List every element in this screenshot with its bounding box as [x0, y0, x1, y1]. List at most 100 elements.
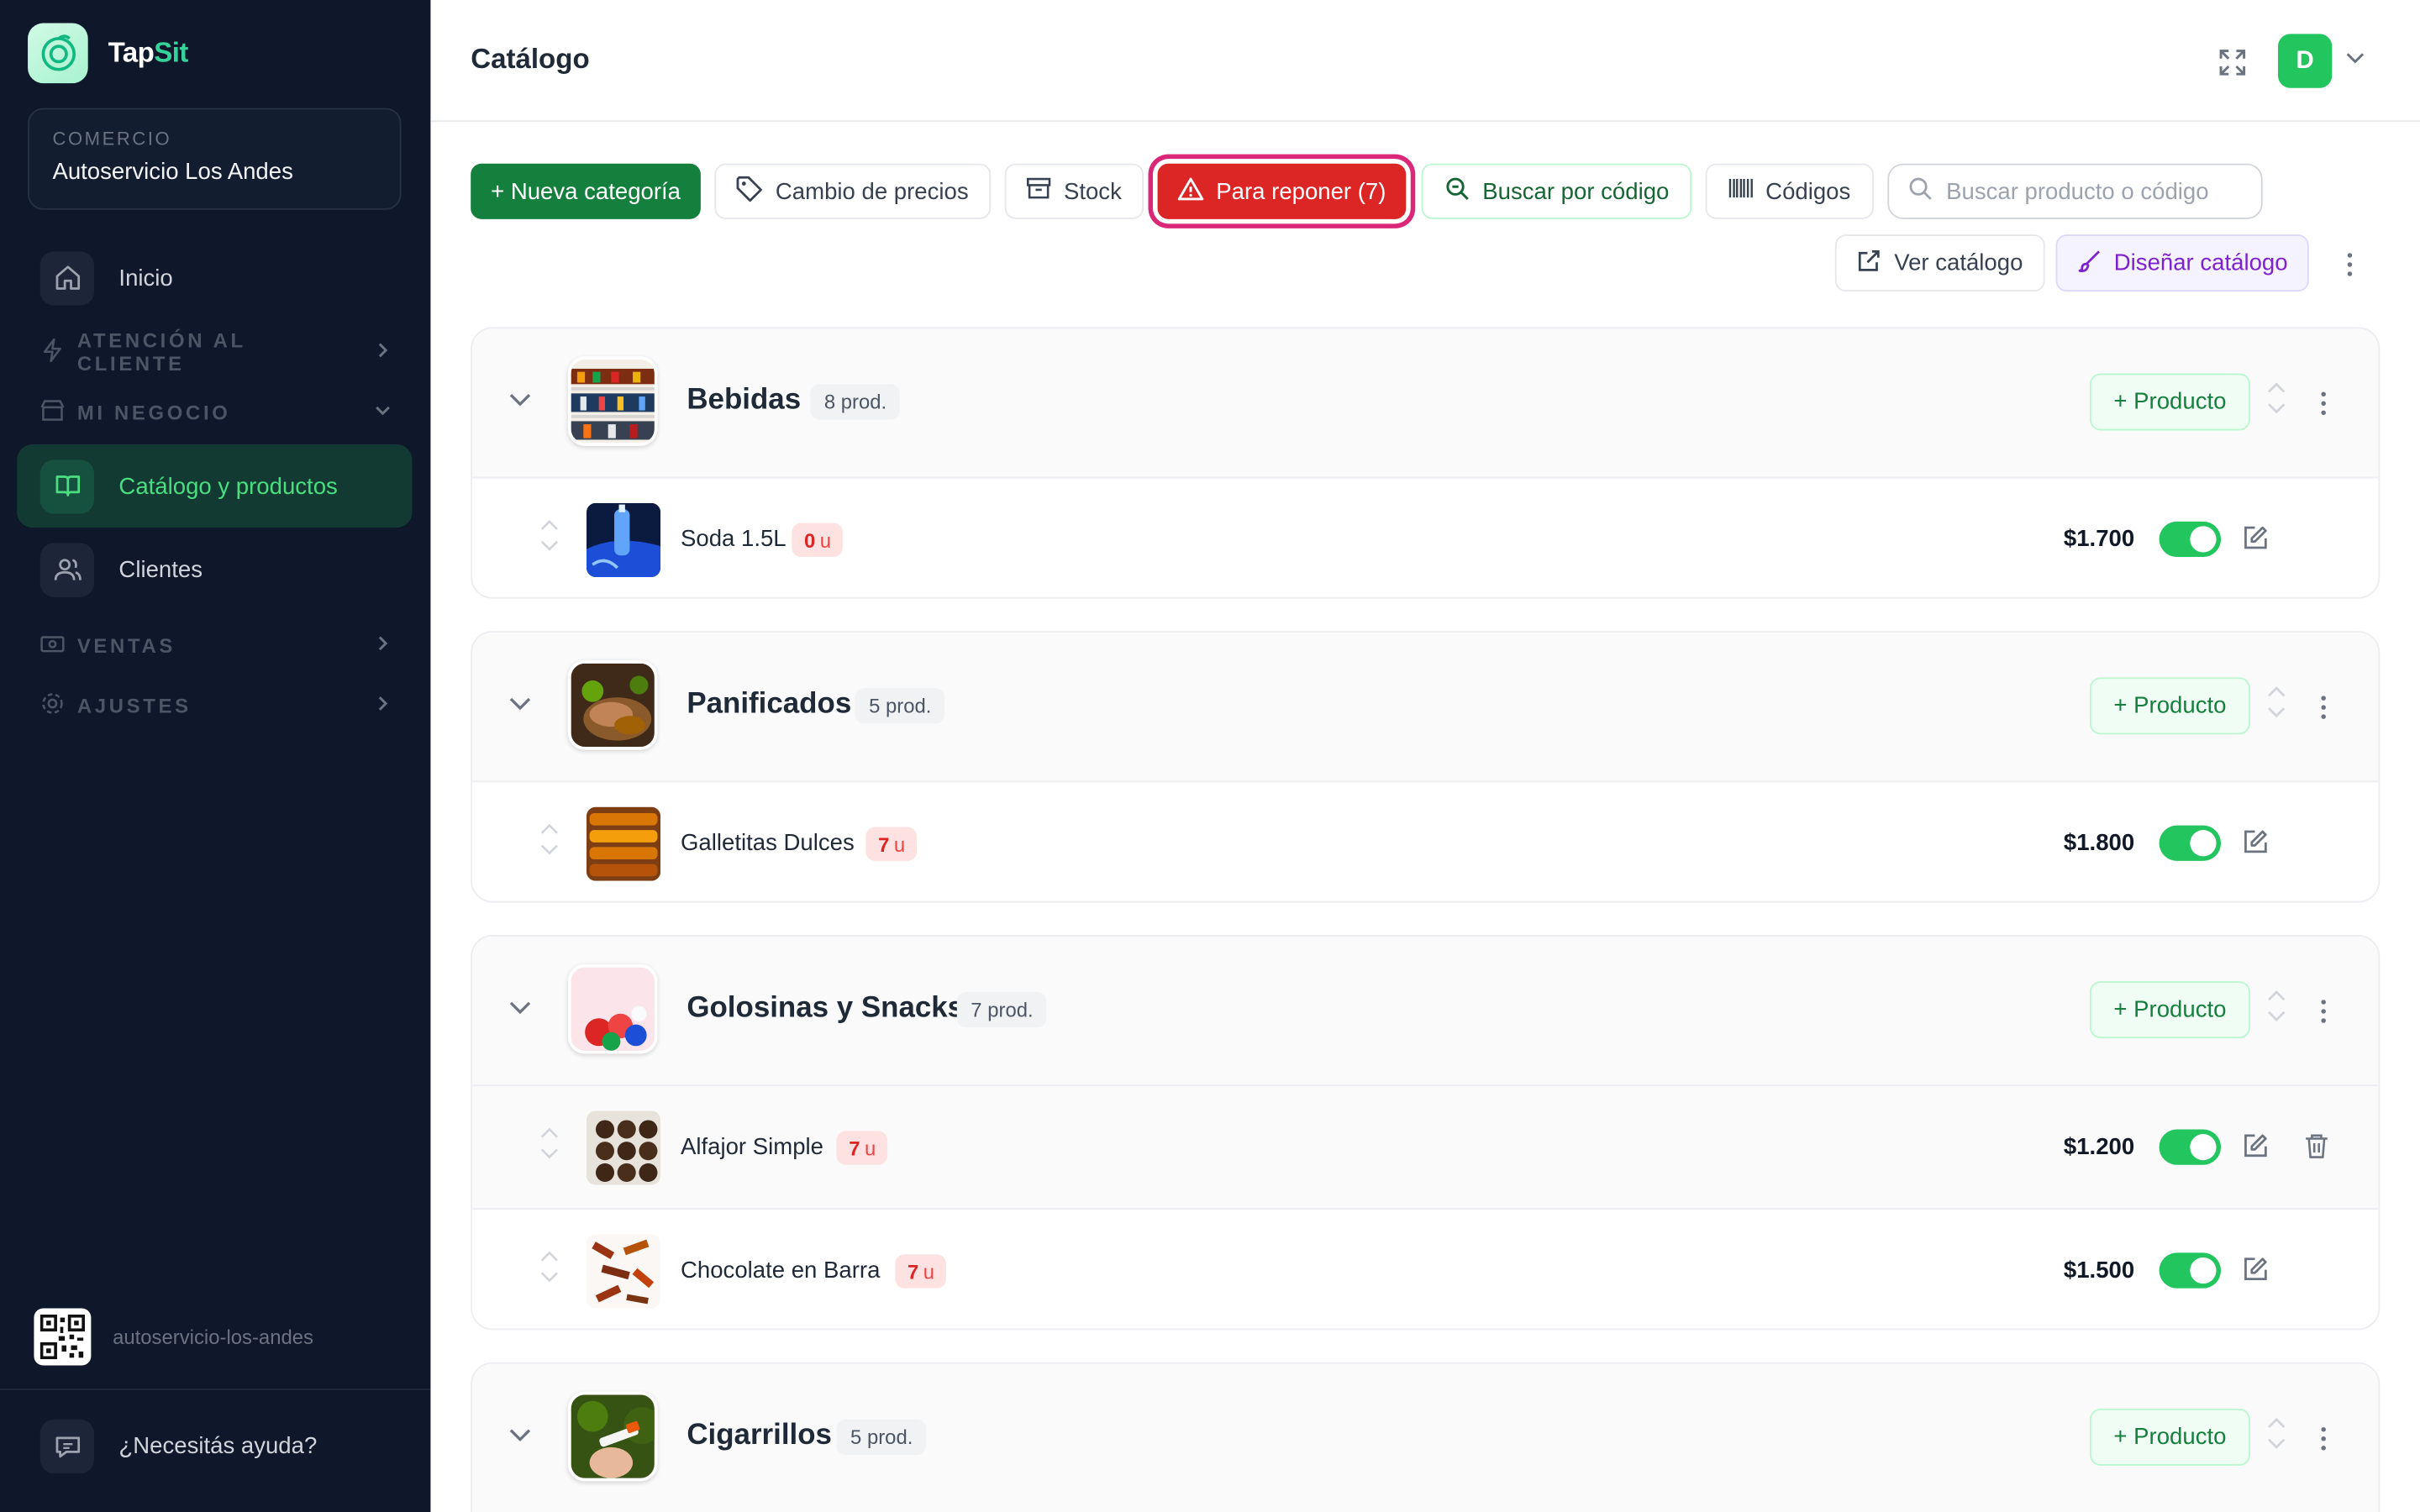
chevron-down-icon[interactable]	[506, 994, 534, 1029]
edit-icon[interactable]	[2243, 1256, 2269, 1289]
reorder-arrows[interactable]	[540, 518, 559, 552]
reorder-arrows[interactable]	[2265, 685, 2287, 719]
avatar[interactable]: D	[2278, 34, 2333, 88]
chevron-down-icon[interactable]	[506, 690, 534, 725]
chevron-down-icon[interactable]	[2265, 706, 2287, 719]
chevron-down-icon[interactable]	[2265, 402, 2287, 415]
availability-toggle[interactable]	[2159, 1252, 2222, 1289]
chevron-down-icon[interactable]	[506, 1421, 534, 1457]
category-menu-icon[interactable]	[2307, 1420, 2338, 1457]
edit-icon[interactable]	[2243, 1132, 2269, 1166]
zoom-icon	[1444, 175, 1470, 207]
chevron-up-icon[interactable]	[2265, 381, 2287, 394]
chevron-down-icon[interactable]	[2344, 46, 2366, 76]
add-product-button[interactable]: + Producto	[2089, 677, 2250, 735]
product-price: $1.200	[2063, 1134, 2135, 1161]
availability-toggle[interactable]	[2159, 825, 2222, 861]
chevron-up-icon[interactable]	[540, 1126, 559, 1139]
brand-logo-icon	[28, 23, 88, 84]
reorder-arrows[interactable]	[2265, 989, 2287, 1022]
product-image	[586, 806, 661, 881]
stock-button[interactable]: Stock	[1004, 163, 1144, 219]
restock-label: Para reponer (7)	[1216, 178, 1386, 205]
catalog-link[interactable]: autoservicio-los-andes	[34, 1308, 313, 1366]
availability-toggle[interactable]	[2159, 1129, 2222, 1165]
chevron-down-icon[interactable]	[540, 540, 559, 553]
reorder-arrows[interactable]	[2265, 1416, 2287, 1450]
reorder-arrows[interactable]	[2265, 381, 2287, 415]
chevron-up-icon[interactable]	[540, 822, 559, 835]
stock-label: Stock	[1063, 178, 1122, 205]
chevron-up-icon[interactable]	[2265, 1416, 2287, 1429]
product-row: Chocolate en Barra 7u $1.500	[472, 1208, 2379, 1329]
category-header[interactable]: Cigarrillos 5 prod. + Producto	[472, 1363, 2379, 1512]
bolt-icon	[40, 337, 65, 366]
category-name: Cigarrillos	[687, 1419, 832, 1452]
page-title: Catálogo	[471, 43, 590, 75]
fullscreen-icon[interactable]	[2213, 43, 2250, 80]
help-button[interactable]: ¿Necesitás ayuda?	[39, 1419, 317, 1474]
store-selector[interactable]: COMERCIO Autoservicio Los Andes	[28, 108, 402, 210]
sidebar-item-label: Clientes	[118, 556, 203, 583]
store-name: Autoservicio Los Andes	[52, 159, 293, 186]
stock-count: 7	[908, 1259, 919, 1284]
edit-icon[interactable]	[2243, 524, 2269, 558]
product-name: Galletitas Dulces	[681, 830, 855, 857]
trash-icon[interactable]	[2304, 1132, 2328, 1166]
sidebar-item-clientes[interactable]: Clientes	[17, 528, 412, 611]
sidebar: TapSit COMERCIO Autoservicio Los Andes I…	[0, 0, 431, 1512]
chevron-down-icon[interactable]	[540, 1148, 559, 1161]
category-header[interactable]: Panificados 5 prod. + Producto	[472, 633, 2379, 781]
chevron-up-icon[interactable]	[540, 1250, 559, 1263]
category-image	[567, 660, 658, 750]
design-catalog-button[interactable]: Diseñar catálogo	[2055, 234, 2309, 292]
sidebar-item-inicio[interactable]: Inicio	[17, 236, 412, 319]
category-menu-icon[interactable]	[2307, 992, 2338, 1029]
sidebar-section-label: VENTAS	[76, 633, 176, 657]
reorder-arrows[interactable]	[540, 1250, 559, 1284]
chevron-up-icon[interactable]	[2265, 685, 2287, 698]
reorder-arrows[interactable]	[540, 822, 559, 856]
search-input[interactable]	[1946, 178, 2248, 205]
view-catalog-button[interactable]: Ver catálogo	[1834, 234, 2045, 292]
restock-button[interactable]: Para reponer (7)	[1157, 163, 1407, 219]
new-category-button[interactable]: + Nueva categoría	[471, 163, 701, 219]
add-product-button[interactable]: + Producto	[2089, 981, 2250, 1039]
sidebar-section-atencion[interactable]: ATENCIÓN AL CLIENTE	[40, 328, 392, 375]
stock-unit: u	[893, 832, 906, 856]
codes-button[interactable]: Códigos	[1705, 163, 1874, 219]
sidebar-section-ajustes[interactable]: AJUSTES	[40, 688, 392, 722]
brand[interactable]: TapSit	[28, 23, 188, 84]
availability-toggle[interactable]	[2159, 521, 2222, 558]
main-content: Catálogo D + Nueva categoría Cambio de p…	[430, 0, 2420, 1512]
sidebar-section-ventas[interactable]: VENTAS	[40, 628, 392, 662]
more-options-icon[interactable]	[2333, 245, 2365, 282]
product-row: Galletitas Dulces 7u $1.800	[472, 780, 2379, 901]
chevron-down-icon[interactable]	[540, 1271, 559, 1284]
stock-unit: u	[865, 1136, 876, 1160]
sidebar-section-label: MI NEGOCIO	[76, 400, 231, 424]
add-product-button[interactable]: + Producto	[2089, 373, 2250, 431]
category-card: Bebidas 8 prod. + Producto Soda 1.5L 0 u…	[471, 327, 2381, 599]
product-search[interactable]	[1887, 163, 2263, 219]
edit-icon[interactable]	[2243, 828, 2269, 862]
chevron-up-icon[interactable]	[2265, 989, 2287, 1001]
category-menu-icon[interactable]	[2307, 384, 2338, 421]
chevron-down-icon[interactable]	[2265, 1438, 2287, 1451]
chevron-down-icon[interactable]	[540, 844, 559, 857]
chevron-up-icon[interactable]	[540, 518, 559, 531]
stock-badge: 7u	[895, 1254, 947, 1289]
price-change-button[interactable]: Cambio de precios	[714, 163, 992, 219]
add-product-button[interactable]: + Producto	[2089, 1408, 2250, 1466]
sidebar-section-mi-negocio[interactable]: MI NEGOCIO	[40, 395, 392, 428]
stock-count: 7	[849, 1136, 860, 1160]
reorder-arrows[interactable]	[540, 1126, 559, 1160]
search-by-code-button[interactable]: Buscar por código	[1421, 163, 1692, 219]
category-header[interactable]: Golosinas y Snacks 7 prod. + Producto	[472, 936, 2379, 1085]
chevron-down-icon[interactable]	[506, 386, 534, 421]
chevron-down-icon[interactable]	[2265, 1011, 2287, 1023]
stock-badge: 7u	[865, 827, 918, 861]
category-header[interactable]: Bebidas 8 prod. + Producto	[472, 328, 2379, 477]
sidebar-item-catalogo[interactable]: Catálogo y productos	[17, 444, 413, 528]
category-menu-icon[interactable]	[2307, 688, 2338, 725]
